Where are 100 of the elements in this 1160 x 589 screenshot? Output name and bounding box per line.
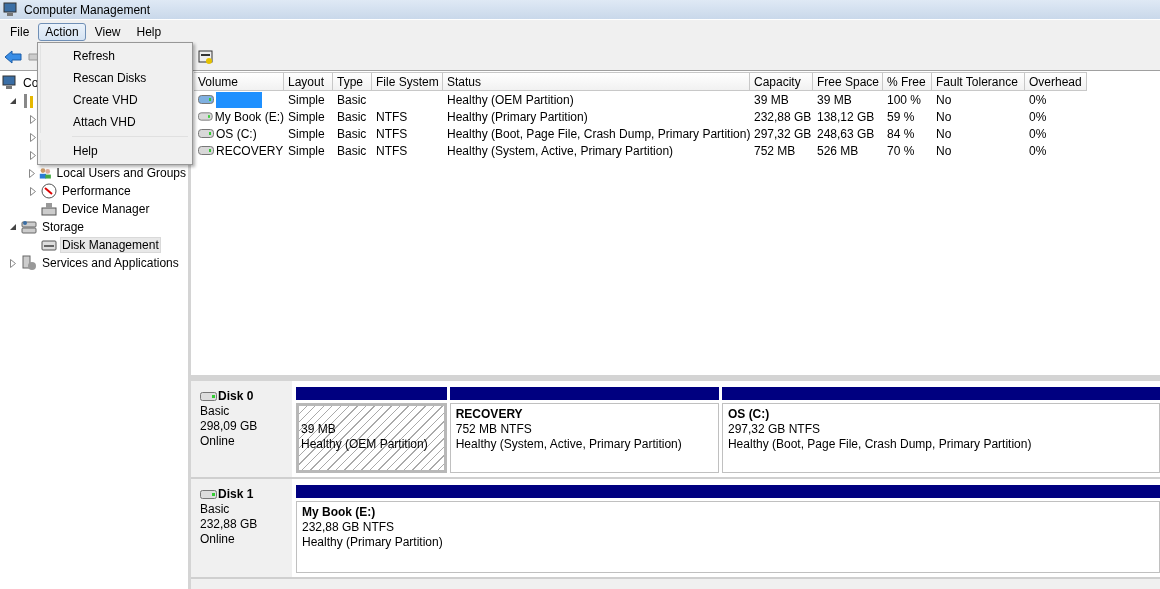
table-cell: Basic (337, 109, 367, 124)
tree-item[interactable]: Disk Management (60, 237, 161, 253)
collapse-arrow-icon[interactable] (9, 223, 17, 231)
table-cell: 39 MB (754, 92, 789, 107)
menu-item[interactable]: Refresh (40, 45, 190, 67)
table-cell: 526 MB (817, 143, 859, 158)
table-cell: Basic (337, 143, 367, 158)
menu-item[interactable]: File (3, 22, 37, 41)
printer-icon (41, 201, 57, 217)
table-cell: Basic (337, 92, 367, 107)
disk-name: Disk 0 (218, 389, 254, 404)
partition-size: 39 MB (301, 422, 337, 437)
column-header[interactable]: File System (372, 72, 443, 91)
drive-icon (198, 112, 213, 121)
expand-arrow-icon[interactable] (30, 186, 36, 196)
table-cell: 0% (1029, 126, 1047, 141)
table-cell: 248,63 GB (817, 126, 875, 141)
expand-arrow-icon[interactable] (10, 258, 16, 268)
table-cell: 100 % (887, 92, 922, 107)
partition-status: Healthy (OEM Partition) (301, 437, 429, 452)
menu-item[interactable]: Help (129, 22, 169, 41)
menu-item[interactable]: Help (40, 140, 190, 162)
partition-block[interactable]: My Book (E:) 232,88 GB NTFS Healthy (Primary Partition) (296, 501, 1160, 573)
disk-status: Online (200, 434, 236, 449)
disk-drive-icon (41, 237, 57, 253)
drive-icon (198, 95, 214, 104)
users-icon (38, 165, 52, 181)
table-cell: 0% (1029, 109, 1047, 124)
partition-block[interactable]: 39 MB Healthy (OEM Partition) (296, 403, 447, 473)
menu-item[interactable]: View (87, 22, 128, 41)
expand-arrow-icon[interactable] (30, 150, 36, 160)
table-cell: Healthy (System, Active, Primary Partition) (447, 143, 674, 158)
column-header[interactable]: Type (333, 72, 372, 91)
menu-item[interactable]: Action (38, 22, 86, 41)
back-icon[interactable] (4, 49, 22, 64)
collapse-arrow-icon[interactable] (9, 97, 17, 105)
tree-item[interactable]: Performance (60, 183, 133, 199)
disk-status: Online (200, 532, 236, 547)
disk-size: 232,88 GB (200, 517, 259, 532)
disk-type: Basic (200, 502, 231, 517)
table-cell: NTFS (376, 109, 408, 124)
partition-name: OS (C:) (727, 407, 771, 422)
computer-icon (2, 75, 18, 91)
column-header[interactable]: Layout (284, 72, 333, 91)
column-header[interactable]: Fault Tolerance (932, 72, 1025, 91)
table-cell: No (936, 143, 952, 158)
partition-name: My Book (E:) (302, 505, 377, 520)
menu-item[interactable]: Rescan Disks (40, 67, 190, 89)
drive-icon (198, 129, 214, 138)
table-cell: 84 % (887, 126, 915, 141)
table-cell: My Book (E:) (214, 109, 284, 124)
expand-arrow-icon[interactable] (30, 114, 36, 124)
table-cell: NTFS (376, 126, 408, 141)
partition-name: RECOVERY (455, 407, 524, 422)
partition-block[interactable]: RECOVERY 752 MB NTFS Healthy (System, Active, Primary Partition) (449, 403, 719, 473)
partition-block[interactable]: OS (C:) 297,32 GB NTFS Healthy (Boot, Page File, Crash Dump, Primary Partition) (721, 403, 1160, 473)
drive-icon (198, 146, 214, 155)
table-cell: 232,88 GB (754, 109, 812, 124)
window-title: Computer Management (24, 2, 151, 17)
menu-item[interactable]: Create VHD (40, 89, 190, 111)
menu-item[interactable]: Attach VHD (40, 111, 190, 133)
tree-item[interactable]: Services and Applications (40, 255, 181, 271)
table-cell: Simple (288, 126, 325, 141)
disk-drive-icon (200, 392, 217, 401)
tree-item[interactable]: Storage (40, 219, 87, 235)
column-header[interactable]: % Free (883, 72, 932, 91)
column-header[interactable]: Volume (194, 72, 284, 91)
table-cell: Simple (288, 109, 325, 124)
partition-status: Healthy (System, Active, Primary Partition) (455, 437, 683, 452)
column-header[interactable]: Capacity (750, 72, 813, 91)
gauge-icon (41, 183, 57, 199)
tree-item[interactable]: Local Users and Groups (54, 165, 188, 181)
table-cell: No (936, 126, 952, 141)
table-cell: Healthy (Primary Partition) (447, 109, 588, 124)
services-icon (21, 255, 37, 271)
table-cell: OS (C:) (216, 126, 257, 141)
table-cell: 59 % (887, 109, 915, 124)
table-cell: No (936, 92, 952, 107)
disk-drive-icon (200, 490, 217, 499)
tree-item[interactable]: Device Manager (60, 201, 152, 217)
table-cell: 752 MB (754, 143, 796, 158)
partition-size: 752 MB NTFS (455, 422, 533, 437)
table-cell: 70 % (887, 143, 915, 158)
table-cell: 297,32 GB (754, 126, 812, 141)
expand-arrow-icon[interactable] (30, 132, 36, 142)
disk-name: Disk 1 (218, 487, 254, 502)
column-header[interactable]: Free Space (813, 72, 883, 91)
expand-arrow-icon[interactable] (28, 168, 35, 178)
table-cell: 39 MB (817, 92, 852, 107)
partition-status: Healthy (Primary Partition) (302, 535, 444, 550)
column-header[interactable]: Overhead (1025, 72, 1087, 91)
storage-icon (21, 219, 37, 235)
table-cell: Healthy (Boot, Page File, Crash Dump, Primary Partition) (447, 126, 751, 141)
partition-status: Healthy (Boot, Page File, Crash Dump, Primary Partition) (727, 437, 1033, 452)
table-cell: 138,12 GB (817, 109, 875, 124)
table-cell: 0% (1029, 143, 1047, 158)
partition-size: 232,88 GB NTFS (302, 520, 396, 535)
partition-size: 297,32 GB NTFS (727, 422, 821, 437)
disk-properties-icon[interactable] (198, 48, 214, 65)
column-header[interactable]: Status (443, 72, 750, 91)
